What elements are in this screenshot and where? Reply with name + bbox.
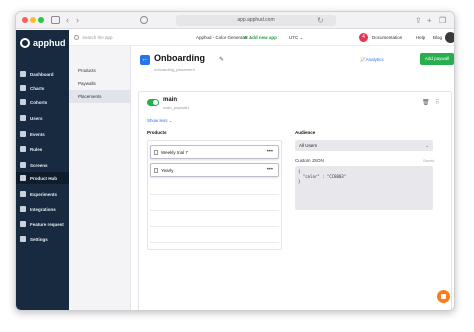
sidebar-item-screens[interactable]: Screens (16, 159, 69, 171)
events-icon (20, 131, 26, 137)
edit-title-icon[interactable]: ✎ (219, 56, 224, 63)
chat-support-button[interactable] (437, 290, 450, 303)
logo-mark-icon (20, 38, 30, 48)
more-options-icon[interactable]: ••• (267, 164, 273, 176)
search-icon (74, 35, 79, 40)
users-icon (20, 115, 26, 121)
product-item[interactable]: Yearly ••• (150, 163, 279, 177)
sidebar-item-settings[interactable]: Settings (16, 233, 69, 245)
forward-arrow-icon[interactable]: › (76, 14, 79, 26)
sidebar-item-experiments[interactable]: Experiments (16, 188, 69, 200)
charts-icon (20, 85, 26, 91)
reload-icon[interactable]: ↻ (317, 15, 324, 26)
product-hub-subnav: Products Paywalls Placements (69, 30, 131, 310)
analytics-link[interactable]: 📈Analytics (360, 57, 384, 63)
new-tab-icon[interactable]: + (427, 15, 432, 26)
drag-handle-icon[interactable]: ⠿ (435, 99, 439, 106)
user-avatar[interactable] (445, 32, 454, 43)
dashboard-icon (20, 71, 26, 77)
sidebar-toggle-icon[interactable] (51, 16, 60, 24)
empty-product-slot[interactable] (150, 229, 279, 243)
back-button[interactable]: ← (140, 55, 150, 65)
app-topbar: Search the app Apphud - Color Generator … (69, 30, 454, 46)
products-list: Weekly trial 7 ••• Yearly ••• (147, 140, 282, 250)
timezone-dropdown[interactable]: UTC ⌄ (289, 33, 303, 43)
documentation-link[interactable]: Documentation (372, 33, 402, 43)
blog-link[interactable]: Blog (433, 33, 442, 43)
placement-identifier: onboarding_placement (154, 67, 195, 72)
browser-toolbar: ‹ › app.apphud.com ↻ ⇪ + ❐ (16, 12, 454, 29)
paywall-card: main main_paywall1 🗑 ⠿ Show less ⌄ Produ… (138, 91, 452, 310)
close-window-button[interactable] (22, 17, 28, 23)
sidebar-item-rules[interactable]: Rules (16, 143, 69, 155)
help-link[interactable]: Help (416, 33, 425, 43)
product-hub-icon (20, 175, 26, 181)
screenshot-stage: ‹ › app.apphud.com ↻ ⇪ + ❐ apphud Dashbo… (0, 0, 474, 332)
custom-json-label: Custom JSON (295, 158, 324, 163)
sidebar-item-events[interactable]: Events (16, 128, 69, 140)
back-arrow-icon[interactable]: ‹ (66, 14, 69, 26)
subnav-item-placements[interactable]: Placements (69, 90, 131, 103)
audience-section-label: Audience (295, 130, 316, 135)
add-paywall-button[interactable]: Add paywall (420, 53, 454, 65)
sidebar-item-integrations[interactable]: Integrations (16, 203, 69, 215)
subnav-item-paywalls[interactable]: Paywalls (69, 77, 131, 90)
sidebar-item-cohorts[interactable]: Cohorts (16, 96, 69, 108)
delete-paywall-icon[interactable]: 🗑 (422, 99, 430, 106)
show-less-toggle[interactable]: Show less ⌄ (147, 118, 173, 124)
sidebar-item-charts[interactable]: Charts (16, 82, 69, 94)
more-options-icon[interactable]: ••• (267, 146, 273, 158)
minimize-window-button[interactable] (30, 17, 36, 23)
sidebar-item-product-hub[interactable]: Product Hub (16, 172, 69, 184)
privacy-shield-icon[interactable] (140, 16, 148, 24)
main-sidebar: apphud Dashboard Charts Cohorts Users Ev… (16, 30, 69, 310)
integrations-icon (20, 206, 26, 212)
notifications-badge[interactable]: 4 (359, 33, 368, 42)
add-new-app-button[interactable]: ⊕ Add new app (244, 33, 277, 43)
search-input[interactable]: Search the app (74, 33, 129, 43)
address-bar[interactable]: app.apphud.com (176, 15, 336, 26)
tab-overview-icon[interactable]: ❐ (439, 15, 446, 26)
cohorts-icon (20, 99, 26, 105)
page-title: Onboarding (154, 53, 205, 63)
paywall-identifier: main_paywall1 (163, 105, 190, 110)
drag-handle-icon[interactable] (154, 150, 158, 155)
paywall-enabled-toggle[interactable] (147, 99, 159, 106)
empty-product-slot[interactable] (150, 213, 279, 227)
feature-request-icon (20, 221, 26, 227)
paywall-name: main (163, 97, 178, 103)
share-icon[interactable]: ⇪ (415, 15, 422, 26)
main-content: ← Onboarding ✎ onboarding_placement 📈Ana… (132, 47, 454, 310)
screens-icon (20, 162, 26, 168)
drag-handle-icon[interactable] (154, 168, 158, 173)
empty-product-slot[interactable] (150, 197, 279, 211)
empty-product-slot[interactable] (150, 181, 279, 195)
browser-window: ‹ › app.apphud.com ↻ ⇪ + ❐ apphud Dashbo… (15, 11, 455, 311)
product-item[interactable]: Weekly trial 7 ••• (150, 145, 279, 159)
settings-icon (20, 236, 26, 242)
sidebar-item-dashboard[interactable]: Dashboard (16, 68, 69, 80)
apphud-logo[interactable]: apphud (20, 37, 66, 49)
sidebar-item-users[interactable]: Users (16, 112, 69, 124)
experiments-icon (20, 191, 26, 197)
audience-select[interactable]: All Users ⌄ (295, 140, 433, 151)
products-section-label: Products (147, 130, 167, 135)
rules-icon (20, 146, 26, 152)
custom-json-editor[interactable]: { "color" : "CC8003" } (295, 166, 433, 210)
custom-json-status: Saved (423, 158, 435, 163)
maximize-window-button[interactable] (38, 17, 44, 23)
sidebar-item-feature-request[interactable]: Feature request (16, 218, 69, 230)
chevron-down-icon: ⌄ (425, 143, 429, 148)
subnav-item-products[interactable]: Products (69, 64, 131, 77)
